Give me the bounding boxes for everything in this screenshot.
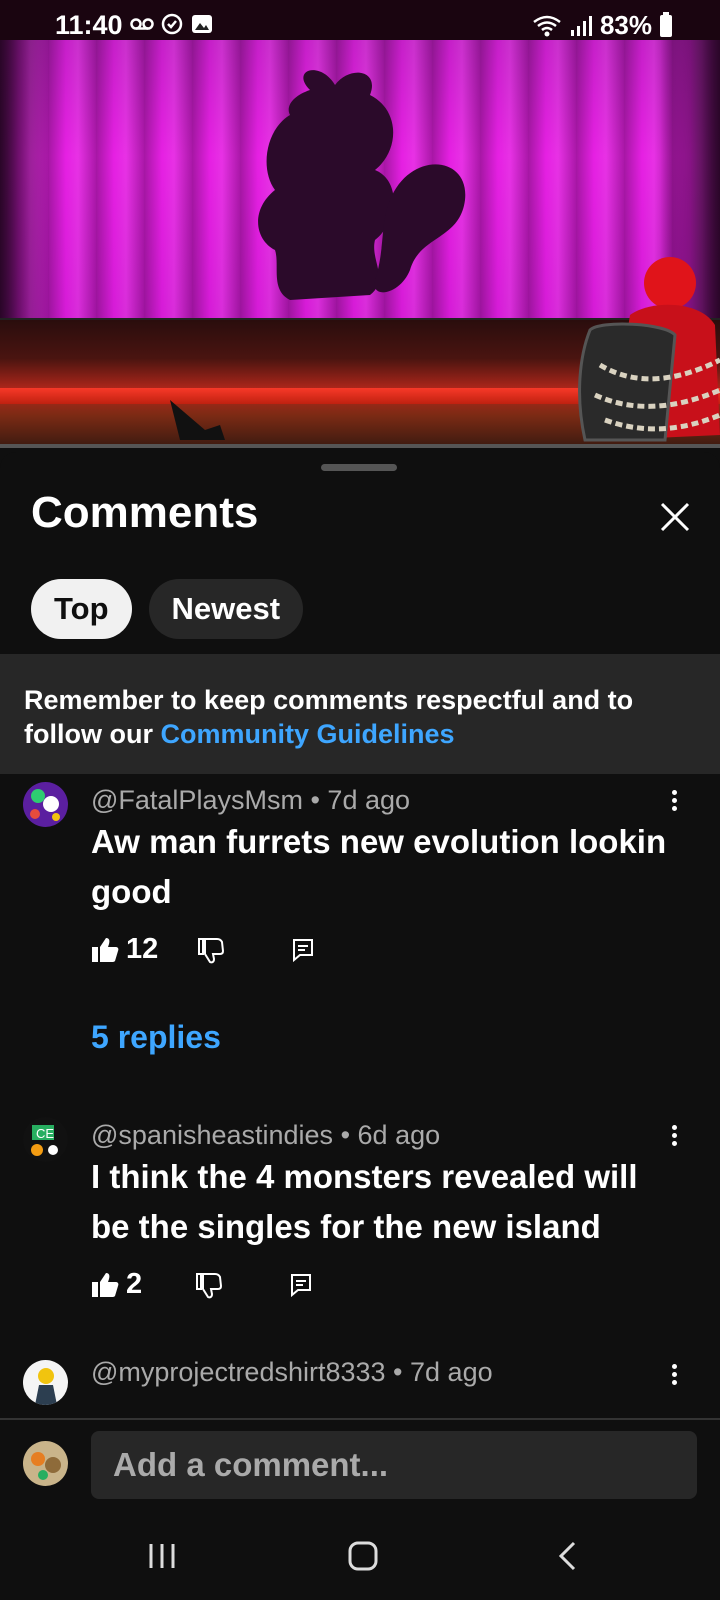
like-icon[interactable] bbox=[91, 1271, 119, 1299]
battery-icon bbox=[660, 11, 672, 37]
wifi-icon bbox=[533, 15, 561, 36]
recent-apps-icon[interactable] bbox=[146, 1540, 178, 1572]
voicemail-icon bbox=[130, 18, 154, 30]
like-count: 2 bbox=[126, 1268, 143, 1300]
add-comment-input[interactable]: Add a comment... bbox=[91, 1431, 697, 1499]
composer-divider bbox=[0, 1418, 720, 1420]
svg-text:CE: CE bbox=[36, 1126, 54, 1141]
dislike-icon[interactable] bbox=[194, 1271, 223, 1299]
sync-icon bbox=[161, 13, 183, 35]
status-notification-icons bbox=[130, 12, 214, 36]
comment-time: 7d ago bbox=[410, 1357, 493, 1387]
avatar bbox=[23, 1441, 68, 1486]
monster-silhouette bbox=[258, 70, 466, 300]
close-icon[interactable] bbox=[655, 497, 695, 537]
avatar[interactable] bbox=[23, 782, 68, 827]
comment-item: @FatalPlaysMsm • 7d ago Aw man furrets n… bbox=[0, 777, 720, 1077]
dislike-icon[interactable] bbox=[196, 936, 225, 964]
avatar[interactable] bbox=[23, 1360, 68, 1405]
like-count: 12 bbox=[126, 933, 159, 965]
comment-item: CE @spanisheastindies • 6d ago I think t… bbox=[0, 1112, 720, 1342]
status-time: 11:40 bbox=[55, 10, 123, 40]
view-replies-link[interactable]: 5 replies bbox=[91, 1019, 221, 1056]
home-icon[interactable] bbox=[347, 1540, 379, 1572]
comment-meta: @spanisheastindies • 6d ago bbox=[91, 1120, 441, 1150]
comment-actions: 12 bbox=[91, 933, 314, 966]
comment-author[interactable]: @myprojectredshirt8333 bbox=[91, 1357, 386, 1387]
reply-icon[interactable] bbox=[292, 938, 314, 962]
comment-item: @myprojectredshirt8333 • 7d ago bbox=[0, 1357, 720, 1417]
reply-icon[interactable] bbox=[290, 1273, 312, 1297]
sort-tabs: Top Newest bbox=[31, 579, 304, 639]
tab-top[interactable]: Top bbox=[31, 579, 132, 639]
chained-figure bbox=[578, 257, 720, 442]
gallery-icon bbox=[192, 15, 212, 33]
status-bar: 11:40 83% bbox=[0, 0, 720, 50]
comment-text: Aw man furrets new evolution lookin good bbox=[91, 823, 667, 910]
comment-author[interactable]: @spanisheastindies bbox=[91, 1120, 333, 1150]
community-guidelines-link[interactable]: Community Guidelines bbox=[160, 719, 454, 749]
comment-time: 7d ago bbox=[327, 785, 411, 815]
comment-text: I think the 4 monsters revealed will be … bbox=[91, 1158, 638, 1245]
system-navigation-bar bbox=[0, 1520, 720, 1600]
comments-sheet: Comments Top Newest Remember to keep com… bbox=[0, 452, 720, 1600]
guidelines-notice: Remember to keep comments respectful and… bbox=[0, 654, 720, 774]
comment-meta: @FatalPlaysMsm • 7d ago bbox=[91, 785, 411, 815]
like-icon[interactable] bbox=[91, 936, 119, 964]
curtain-shadow-left bbox=[0, 40, 50, 330]
comment-author[interactable]: @FatalPlaysMsm bbox=[91, 785, 303, 815]
stage-microphone bbox=[170, 400, 225, 440]
tab-newest[interactable]: Newest bbox=[148, 579, 304, 639]
comment-actions: 2 bbox=[91, 1268, 312, 1301]
video-progress-bar[interactable] bbox=[0, 444, 720, 448]
video-player[interactable] bbox=[0, 0, 720, 448]
avatar[interactable]: CE bbox=[23, 1117, 68, 1162]
drag-handle[interactable] bbox=[321, 464, 397, 471]
comment-meta: @myprojectredshirt8333 • 7d ago bbox=[91, 1357, 493, 1387]
comment-time: 6d ago bbox=[357, 1120, 441, 1150]
signal-icon bbox=[570, 15, 592, 36]
battery-level: 83% bbox=[599, 10, 652, 40]
status-system-icons: 83% bbox=[532, 10, 672, 41]
back-icon[interactable] bbox=[552, 1540, 584, 1572]
sheet-title: Comments bbox=[31, 488, 259, 537]
comment-menu-icon[interactable] bbox=[664, 1361, 684, 1397]
